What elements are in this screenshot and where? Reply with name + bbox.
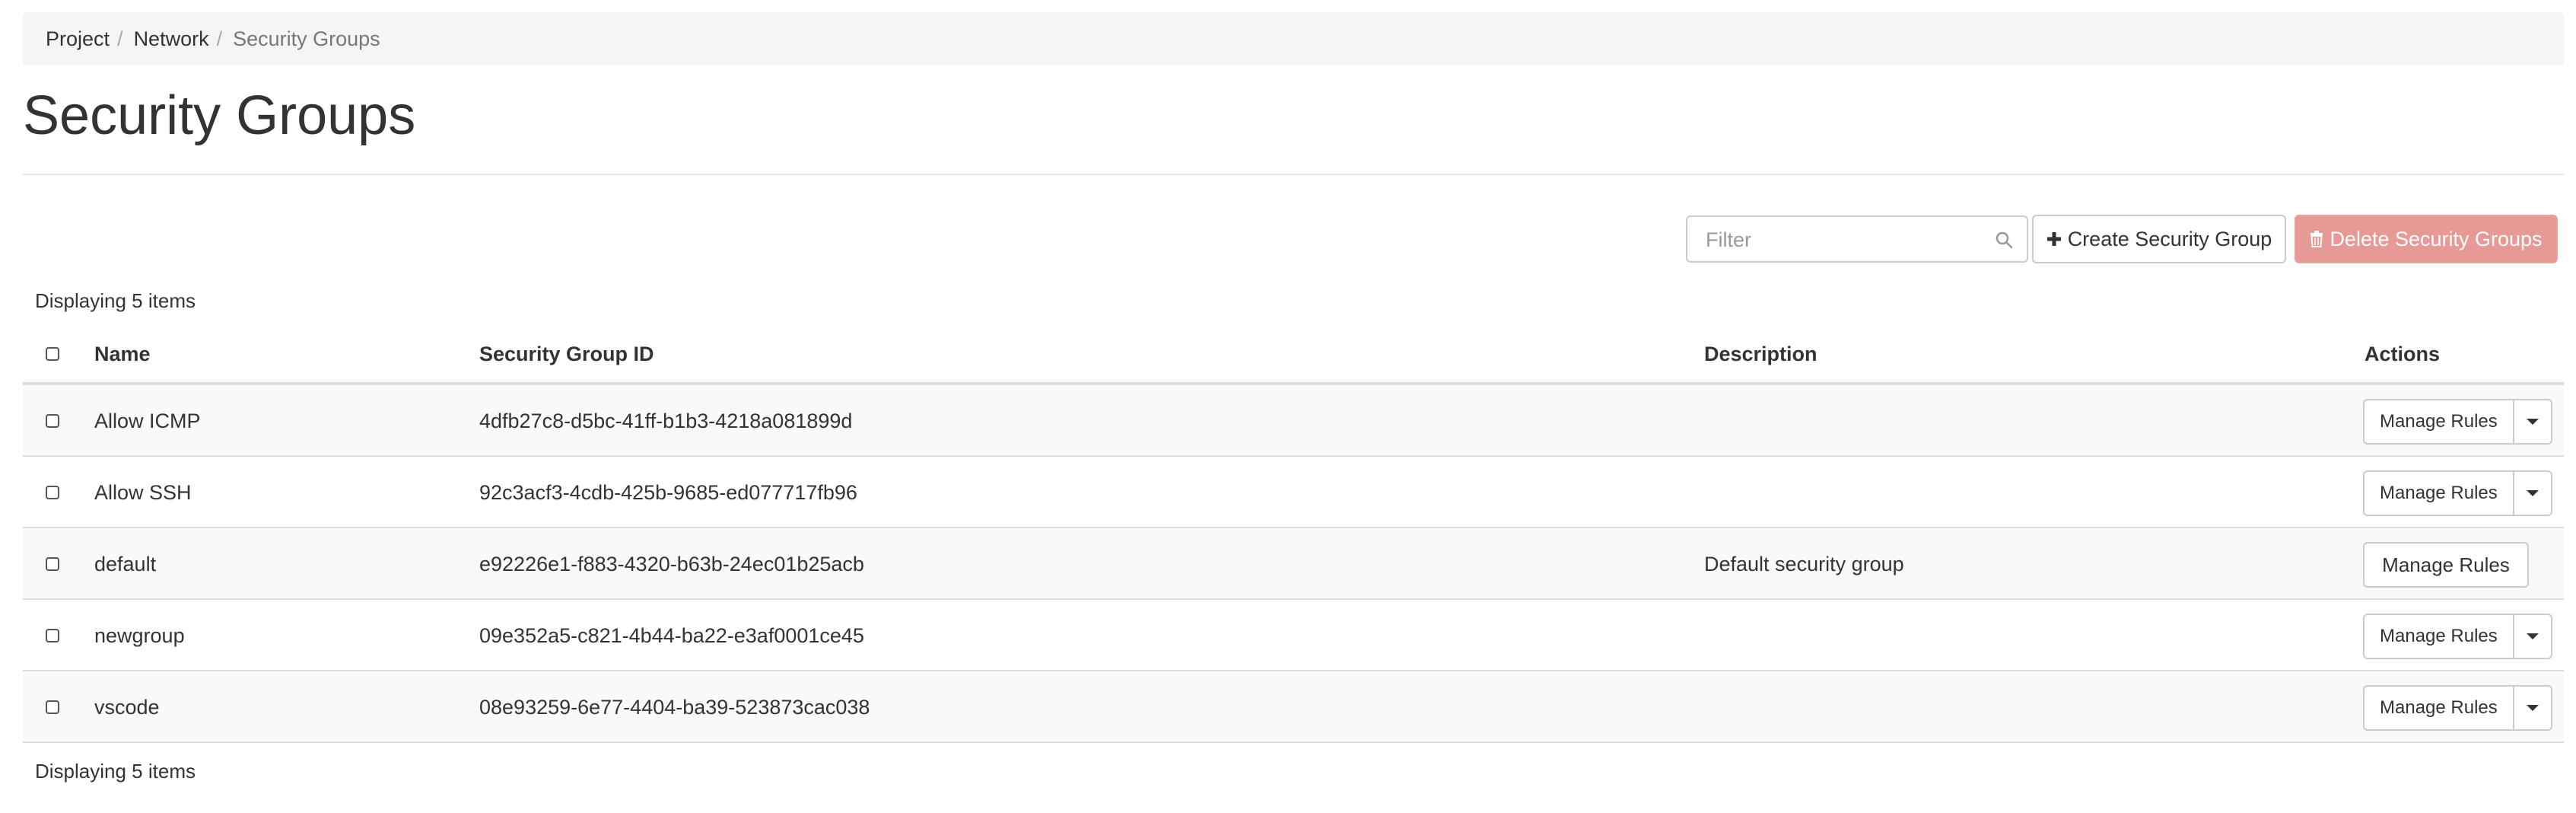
trash-icon bbox=[2310, 231, 2323, 247]
row-id: 08e93259-6e77-4404-ba39-523873cac038 bbox=[479, 696, 870, 719]
search-icon[interactable] bbox=[1995, 231, 2013, 249]
row-description: Default security group bbox=[1704, 553, 1904, 575]
table-row: Allow ICMP 4dfb27c8-d5bc-41ff-b1b3-4218a… bbox=[23, 385, 2564, 457]
table-row: vscode 08e93259-6e77-4404-ba39-523873cac… bbox=[23, 671, 2564, 743]
row-name: default bbox=[94, 553, 157, 575]
table-row: Allow SSH 92c3acf3-4cdb-425b-9685-ed0777… bbox=[23, 457, 2564, 528]
caret-down-icon bbox=[2526, 419, 2539, 425]
filter-box bbox=[1686, 215, 2028, 263]
row-name: Allow ICMP bbox=[94, 410, 201, 432]
row-checkbox[interactable] bbox=[46, 486, 59, 499]
breadcrumb-separator: / bbox=[117, 27, 123, 50]
caret-down-icon bbox=[2526, 490, 2539, 496]
create-security-group-button[interactable]: Create Security Group bbox=[2032, 215, 2286, 263]
header-name[interactable]: Name bbox=[94, 343, 151, 366]
actions-dropdown-toggle[interactable] bbox=[2514, 685, 2552, 731]
delete-security-groups-label: Delete Security Groups bbox=[2330, 227, 2543, 250]
plus-icon bbox=[2046, 232, 2061, 246]
header-actions: Actions bbox=[2365, 343, 2441, 365]
caret-down-icon bbox=[2526, 633, 2539, 639]
caret-down-icon bbox=[2526, 705, 2539, 711]
row-id: 09e352a5-c821-4b44-ba22-e3af0001ce45 bbox=[479, 624, 864, 647]
row-actions: Manage Rules bbox=[2363, 542, 2529, 588]
manage-rules-button[interactable]: Manage Rules bbox=[2363, 470, 2514, 516]
breadcrumb-separator: / bbox=[216, 27, 223, 50]
select-all-checkbox[interactable] bbox=[46, 347, 59, 361]
manage-rules-button[interactable]: Manage Rules bbox=[2363, 614, 2514, 659]
actions-dropdown-toggle[interactable] bbox=[2514, 614, 2552, 659]
title-divider bbox=[23, 174, 2564, 175]
row-actions: Manage Rules bbox=[2363, 399, 2552, 445]
row-checkbox[interactable] bbox=[46, 700, 59, 714]
header-description[interactable]: Description bbox=[1704, 343, 1818, 366]
table-row: default e92226e1-f883-4320-b63b-24ec01b2… bbox=[23, 528, 2564, 600]
breadcrumb: Project / Network / Security Groups bbox=[23, 12, 2564, 65]
manage-rules-button[interactable]: Manage Rules bbox=[2363, 685, 2514, 731]
row-checkbox[interactable] bbox=[46, 629, 59, 642]
row-id: 92c3acf3-4cdb-425b-9685-ed077717fb96 bbox=[479, 481, 857, 504]
row-name: vscode bbox=[94, 696, 160, 719]
create-security-group-label: Create Security Group bbox=[2067, 227, 2272, 250]
header-security-group-id[interactable]: Security Group ID bbox=[479, 343, 654, 366]
filter-input[interactable] bbox=[1687, 217, 1996, 263]
table-row: newgroup 09e352a5-c821-4b44-ba22-e3af000… bbox=[23, 600, 2564, 671]
item-count-top: Displaying 5 items bbox=[35, 289, 196, 312]
breadcrumb-project[interactable]: Project bbox=[46, 27, 110, 51]
manage-rules-button[interactable]: Manage Rules bbox=[2363, 542, 2529, 588]
row-name: Allow SSH bbox=[94, 481, 192, 504]
actions-dropdown-toggle[interactable] bbox=[2514, 470, 2552, 516]
table-header: Name Security Group ID Description Actio… bbox=[23, 323, 2564, 385]
row-actions: Manage Rules bbox=[2363, 470, 2552, 516]
row-name: newgroup bbox=[94, 624, 185, 647]
delete-security-groups-button[interactable]: Delete Security Groups bbox=[2295, 215, 2558, 263]
row-checkbox[interactable] bbox=[46, 414, 59, 428]
row-id: 4dfb27c8-d5bc-41ff-b1b3-4218a081899d bbox=[479, 410, 853, 432]
breadcrumb-security-groups: Security Groups bbox=[233, 27, 380, 50]
row-actions: Manage Rules bbox=[2363, 614, 2552, 659]
actions-dropdown-toggle[interactable] bbox=[2514, 399, 2552, 445]
row-checkbox[interactable] bbox=[46, 557, 59, 571]
item-count-bottom: Displaying 5 items bbox=[35, 760, 196, 783]
page-title: Security Groups bbox=[23, 85, 416, 146]
breadcrumb-network[interactable]: Network bbox=[134, 27, 209, 51]
row-actions: Manage Rules bbox=[2363, 685, 2552, 731]
manage-rules-button[interactable]: Manage Rules bbox=[2363, 399, 2514, 445]
security-groups-table: Name Security Group ID Description Actio… bbox=[23, 323, 2564, 743]
row-id: e92226e1-f883-4320-b63b-24ec01b25acb bbox=[479, 553, 864, 575]
